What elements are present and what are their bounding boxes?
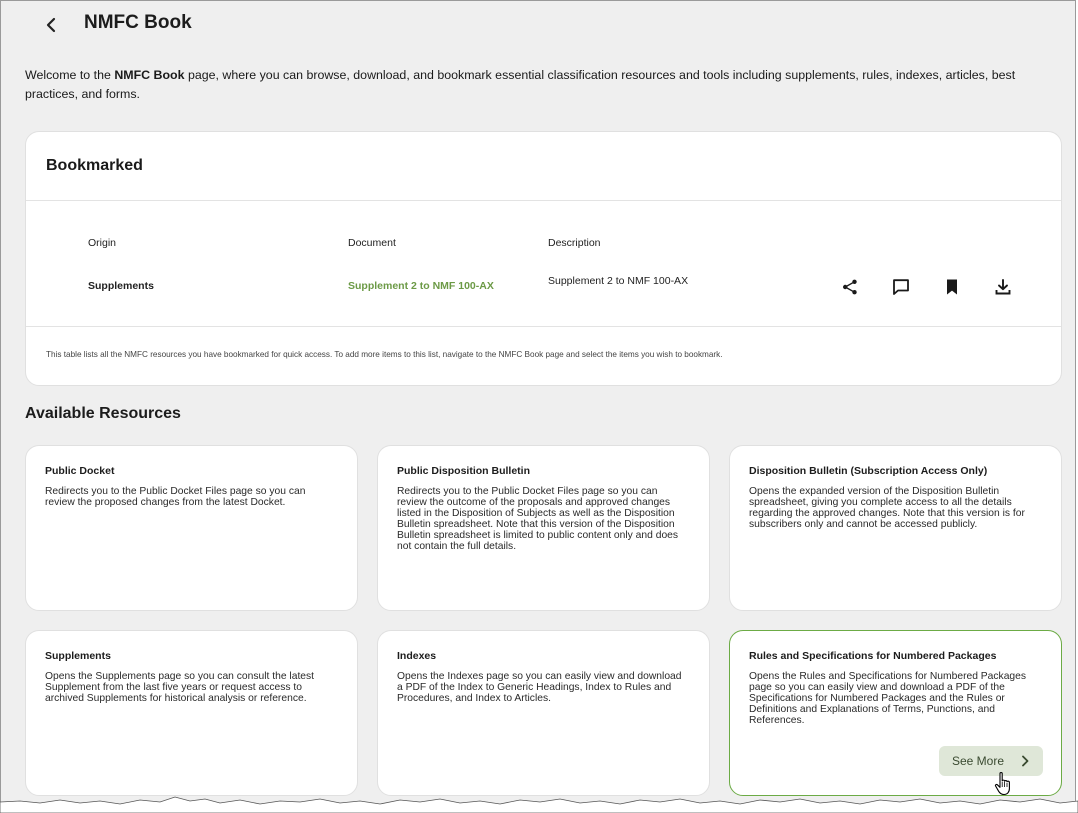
resource-card-public-docket[interactable]: Public Docket Redirects you to the Publi…	[25, 445, 358, 611]
resource-card-description: Opens the Supplements page so you can co…	[45, 671, 315, 704]
page-title: NMFC Book	[84, 12, 192, 33]
bookmarked-note: This table lists all the NMFC resources …	[46, 350, 723, 359]
bookmark-icon	[947, 279, 957, 295]
divider	[26, 200, 1061, 201]
chevron-left-icon	[46, 17, 56, 33]
see-more-button[interactable]: See More	[939, 746, 1043, 776]
comment-button[interactable]	[890, 276, 912, 298]
resource-card-title: Supplements	[45, 650, 111, 662]
resource-card-indexes[interactable]: Indexes Opens the Indexes page so you ca…	[377, 630, 710, 796]
row-description: Supplement 2 to NMF 100-AX	[548, 275, 689, 287]
comment-icon	[893, 279, 909, 295]
row-document-link[interactable]: Supplement 2 to NMF 100-AX	[348, 280, 494, 292]
intro-bold: NMFC Book	[114, 68, 185, 82]
available-resources-title: Available Resources	[25, 405, 181, 422]
bookmarked-title: Bookmarked	[46, 157, 143, 174]
resource-card-public-disposition-bulletin[interactable]: Public Disposition Bulletin Redirects yo…	[377, 445, 710, 611]
resource-card-description: Opens the expanded version of the Dispos…	[749, 486, 1025, 530]
download-icon	[995, 279, 1011, 295]
resource-card-title: Disposition Bulletin (Subscription Acces…	[749, 465, 988, 477]
row-origin: Supplements	[88, 280, 154, 292]
back-button[interactable]	[39, 13, 63, 37]
resource-card-description: Redirects you to the Public Docket Files…	[397, 486, 679, 552]
app-frame: NMFC Book Welcome to the NMFC Book page,…	[0, 0, 1076, 811]
resource-card-title: Rules and Specifications for Numbered Pa…	[749, 650, 997, 662]
column-header-description: Description	[548, 237, 601, 249]
resource-card-description: Redirects you to the Public Docket Files…	[45, 486, 306, 508]
share-button[interactable]	[839, 276, 861, 298]
column-header-document: Document	[348, 237, 396, 249]
download-button[interactable]	[992, 276, 1014, 298]
see-more-label: See More	[952, 754, 1005, 768]
page-header: NMFC Book	[1, 1, 1075, 49]
chevron-right-icon	[1022, 755, 1029, 767]
resource-card-description: Opens the Indexes page so you can easily…	[397, 671, 682, 704]
resource-card-supplements[interactable]: Supplements Opens the Supplements page s…	[25, 630, 358, 796]
resource-card-description: Opens the Rules and Specifications for N…	[749, 671, 1027, 726]
resource-card-disposition-bulletin-subscription[interactable]: Disposition Bulletin (Subscription Acces…	[729, 445, 1062, 611]
resource-card-title: Public Disposition Bulletin	[397, 465, 531, 477]
divider	[26, 326, 1061, 327]
share-icon	[843, 279, 857, 295]
hand-pointer-icon	[994, 772, 1010, 796]
torn-edge	[0, 796, 1078, 813]
bookmarked-card: Bookmarked Origin Document Description S…	[25, 131, 1062, 386]
intro-text: Welcome to the NMFC Book page, where you…	[25, 66, 1055, 104]
resource-card-title: Public Docket	[45, 465, 115, 477]
resource-card-title: Indexes	[397, 650, 437, 662]
bookmark-button[interactable]	[941, 276, 963, 298]
intro-prefix: Welcome to the	[25, 68, 115, 82]
column-header-origin: Origin	[88, 237, 117, 249]
